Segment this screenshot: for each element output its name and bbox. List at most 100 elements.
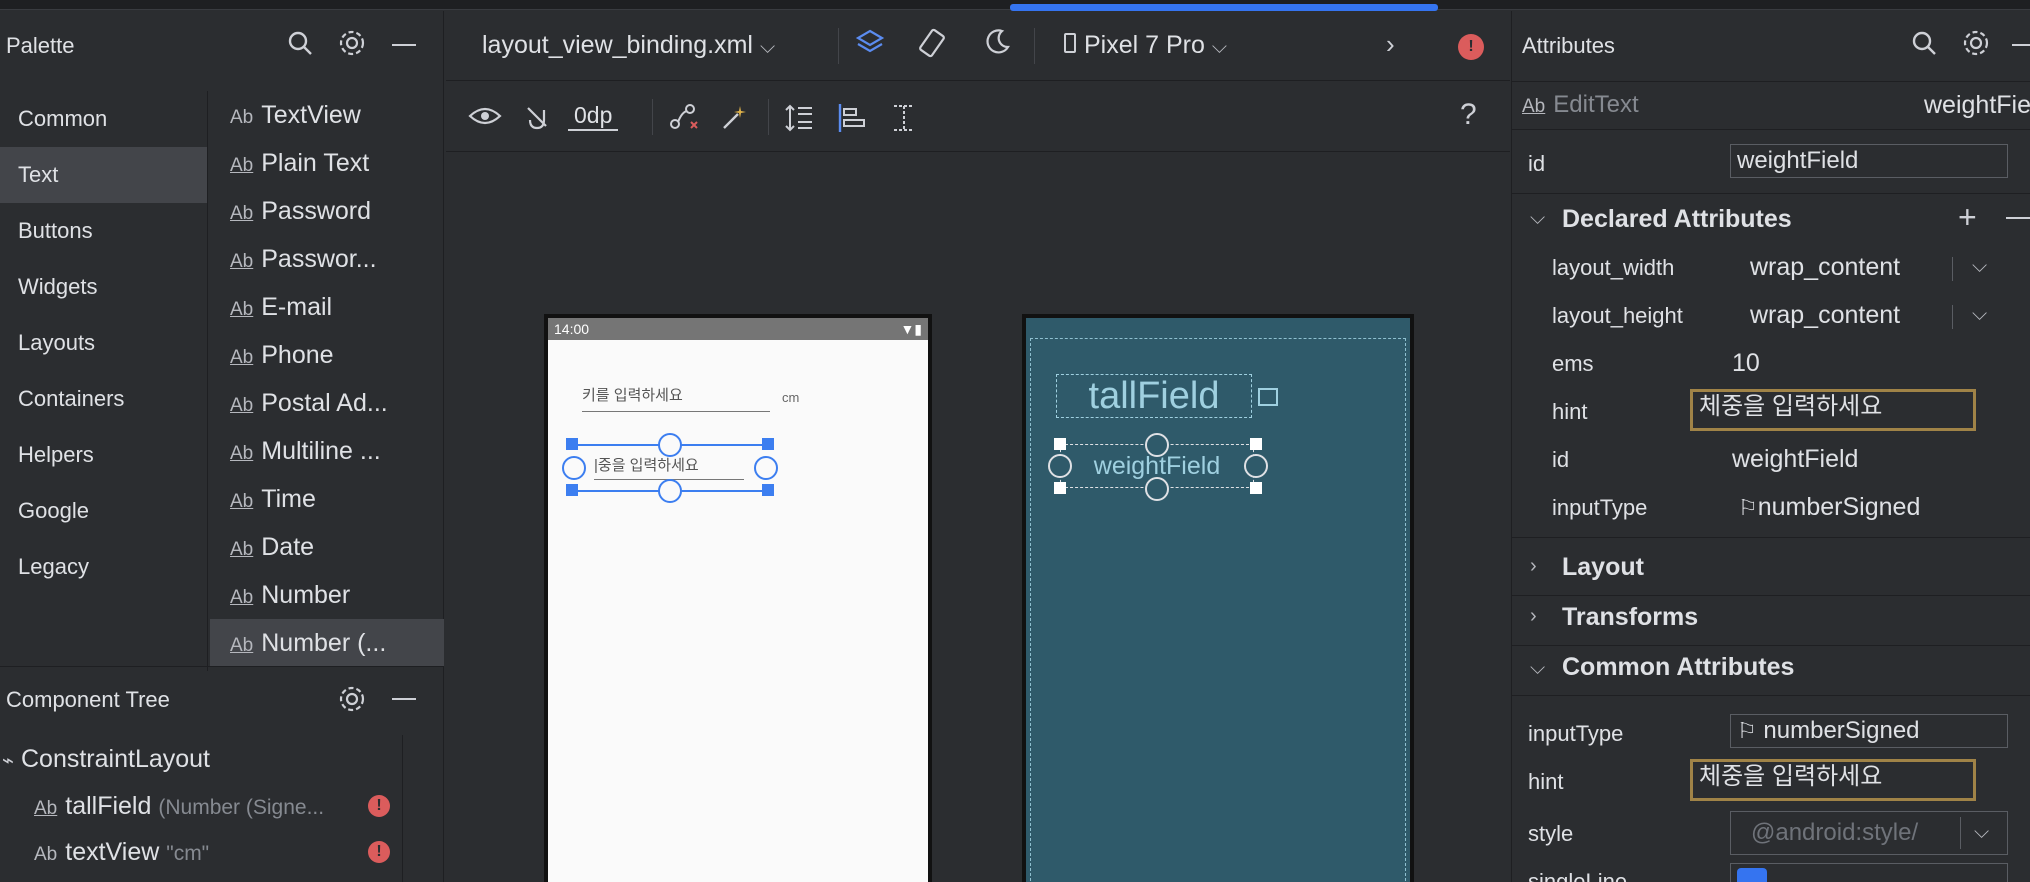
category-buttons[interactable]: Buttons [0, 203, 207, 259]
resize-handle[interactable] [566, 438, 578, 450]
flag-icon: ⚐ [1738, 495, 1758, 520]
error-icon[interactable]: ! [368, 795, 390, 817]
search-icon[interactable] [286, 29, 314, 64]
widget-password-numeric[interactable]: Ab Passwor... [210, 235, 444, 283]
common-attributes-header[interactable]: Common Attributes [1562, 653, 1794, 682]
magnet-off-icon[interactable] [522, 102, 552, 139]
text-widget-icon: Ab [230, 539, 254, 560]
chevron-right-icon[interactable]: › [1530, 605, 1537, 628]
widget-email[interactable]: Ab E-mail [210, 283, 444, 331]
chevron-down-icon[interactable]: ⌵ [1972, 303, 1987, 326]
widget-textview[interactable]: Ab TextView [210, 91, 444, 139]
blueprint-tall-field[interactable]: tallField [1056, 374, 1252, 418]
chevron-down-icon[interactable]: ⌵ [1972, 255, 1987, 278]
category-text[interactable]: Text [0, 147, 207, 203]
declared-attributes-header[interactable]: Declared Attributes [1562, 205, 1792, 234]
attr-ems-value[interactable]: 10 [1732, 349, 1760, 378]
constraint-anchor-bottom[interactable] [1145, 477, 1169, 501]
blueprint-surface[interactable]: tallField weightField [1022, 314, 1414, 882]
error-icon[interactable]: ! [1458, 34, 1484, 60]
tree-item-constraintlayout[interactable]: ⌁ ConstraintLayout [2, 736, 210, 782]
search-icon[interactable] [1910, 29, 1938, 64]
resize-handle[interactable] [762, 438, 774, 450]
attr-hint-input[interactable]: 체중을 입력하세요 [1690, 389, 1976, 431]
widget-plain-text[interactable]: Ab Plain Text [210, 139, 444, 187]
gear-icon[interactable] [1962, 29, 1990, 64]
align-icon[interactable] [836, 102, 868, 141]
chevron-right-icon[interactable]: › [1530, 555, 1537, 578]
resize-handle[interactable] [566, 484, 578, 496]
device-selector[interactable]: Pixel 7 Pro ⌵ [1064, 31, 1227, 60]
constraint-anchor-top[interactable] [658, 433, 682, 457]
chevron-right-icon[interactable]: › [1386, 29, 1395, 60]
guidelines-icon[interactable] [888, 102, 920, 141]
constraint-anchor-left[interactable] [562, 456, 586, 480]
attr-layout-width-value[interactable]: wrap_content [1750, 253, 1900, 282]
category-layouts[interactable]: Layouts [0, 315, 207, 371]
layout-section-header[interactable]: Layout [1562, 553, 1644, 582]
common-input-type-input[interactable]: ⚐ numberSigned [1730, 714, 2008, 748]
category-common[interactable]: Common [0, 91, 207, 147]
category-widgets[interactable]: Widgets [0, 259, 207, 315]
resize-handle[interactable] [1250, 482, 1262, 494]
id-input[interactable]: weightField [1730, 144, 2008, 178]
gear-icon[interactable] [338, 685, 366, 720]
attr-id-value[interactable]: weightField [1732, 445, 1858, 474]
resize-handle[interactable] [1054, 438, 1066, 450]
tree-item-tallfield[interactable]: Ab tallField (Number (Signe... ! [34, 783, 404, 829]
category-legacy[interactable]: Legacy [0, 539, 207, 595]
constraint-anchor-bottom[interactable] [658, 479, 682, 503]
resize-handle[interactable] [1250, 438, 1262, 450]
widget-number-signed[interactable]: Ab Number (... [210, 619, 444, 667]
minimize-icon[interactable] [2012, 44, 2030, 46]
widget-date[interactable]: Ab Date [210, 523, 444, 571]
common-hint-input[interactable]: 체중을 입력하세요 [1690, 759, 1976, 801]
constraint-anchor-right[interactable] [754, 456, 778, 480]
chevron-down-icon[interactable]: ⌵ [1974, 821, 1989, 844]
attr-input-type-value[interactable]: ⚐numberSigned [1738, 493, 1920, 522]
category-google[interactable]: Google [0, 483, 207, 539]
rotate-icon[interactable] [916, 27, 948, 66]
clear-constraints-icon[interactable] [668, 102, 700, 139]
add-attribute-icon[interactable]: + [1958, 199, 1977, 236]
common-single-line-input[interactable] [1730, 863, 2008, 882]
pack-icon[interactable] [784, 102, 816, 141]
constraint-layout-icon: ⌁ [2, 750, 15, 772]
constraint-anchor-left[interactable] [1048, 454, 1072, 478]
resize-handle[interactable] [762, 484, 774, 496]
status-time: 14:00 [554, 321, 590, 337]
minimize-icon[interactable] [392, 698, 416, 700]
default-margin-selector[interactable]: 0dp [568, 102, 619, 131]
widget-postal-address[interactable]: Ab Postal Ad... [210, 379, 444, 427]
tree-item-textview[interactable]: Ab textView "cm" ! [34, 829, 404, 875]
minimize-icon[interactable] [392, 44, 416, 46]
infer-constraints-icon[interactable] [720, 102, 750, 139]
transforms-section-header[interactable]: Transforms [1562, 603, 1698, 632]
constraint-anchor-top[interactable] [1145, 433, 1169, 457]
remove-attribute-icon[interactable] [2006, 217, 2030, 219]
category-containers[interactable]: Containers [0, 371, 207, 427]
category-helpers[interactable]: Helpers [0, 427, 207, 483]
eye-icon[interactable] [468, 102, 502, 137]
chevron-down-icon[interactable]: ⌵ [1530, 657, 1545, 680]
widget-phone[interactable]: Ab Phone [210, 331, 444, 379]
help-icon[interactable]: ? [1460, 98, 1477, 132]
gear-icon[interactable] [338, 29, 366, 64]
attr-layout-height-value[interactable]: wrap_content [1750, 301, 1900, 330]
widget-multiline[interactable]: Ab Multiline ... [210, 427, 444, 475]
tall-field-preview[interactable]: 키를 입력하세요 [582, 384, 770, 412]
chevron-down-icon[interactable]: ⌵ [1530, 207, 1545, 230]
widget-password[interactable]: Ab Password [210, 187, 444, 235]
resize-handle[interactable] [1054, 482, 1066, 494]
widget-time[interactable]: Ab Time [210, 475, 444, 523]
common-style-input[interactable]: @android:style/ [1730, 811, 2008, 855]
file-selector[interactable]: layout_view_binding.xml ⌵ [482, 31, 775, 60]
widget-number[interactable]: Ab Number [210, 571, 444, 619]
constraint-anchor-right[interactable] [1244, 454, 1268, 478]
checkbox-icon[interactable] [1737, 868, 1767, 882]
night-mode-icon[interactable] [982, 27, 1012, 64]
error-icon[interactable]: ! [368, 841, 390, 863]
weight-field-preview[interactable]: |중을 입력하세요 [594, 454, 744, 480]
design-surface[interactable]: 14:00 ▼▮ 키를 입력하세요 cm |중을 입력하세요 [544, 314, 932, 882]
layers-icon[interactable] [854, 27, 886, 66]
